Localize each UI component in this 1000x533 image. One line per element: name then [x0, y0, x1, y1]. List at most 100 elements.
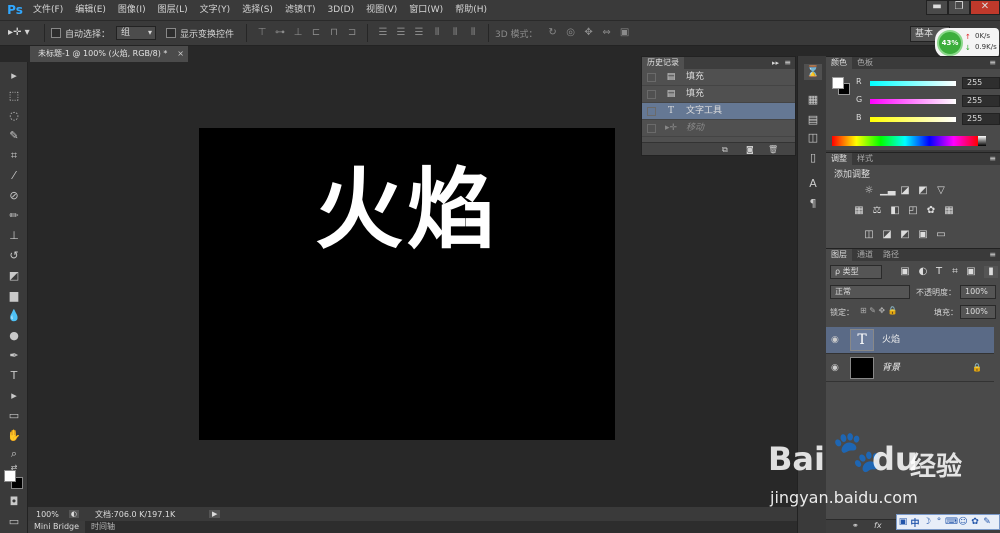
rectangle-tool-icon[interactable]: ▭ [5, 408, 23, 424]
3d-slide-icon[interactable]: ⇔ [600, 27, 614, 39]
blue-value-input[interactable]: 255 [962, 113, 1000, 125]
3d-roll-icon[interactable]: ◎ [564, 27, 578, 39]
history-brush-tool-icon[interactable]: ↺ [5, 248, 23, 264]
actions-dock-icon[interactable]: ▯ [804, 150, 822, 166]
brush-tool-icon[interactable]: ✏ [5, 208, 23, 224]
auto-select-checkbox[interactable] [51, 28, 61, 38]
blend-mode-dropdown[interactable]: 正常 [830, 285, 910, 299]
path-selection-tool-icon[interactable]: ▸ [5, 388, 23, 404]
document-canvas[interactable]: 火焰 [199, 128, 615, 440]
status-menu-arrow-icon[interactable]: ▶ [208, 510, 221, 518]
brush-dock-icon[interactable]: ▦ [804, 92, 822, 108]
filter-smart-object-icon[interactable]: ▣ [964, 266, 978, 278]
black-white-ramp[interactable] [978, 136, 986, 146]
menu-edit[interactable]: 编辑(E) [69, 0, 112, 20]
filter-pixel-icon[interactable]: ▣ [898, 266, 912, 278]
tab-color[interactable]: 颜色 [826, 57, 852, 69]
align-hcenter-icon[interactable]: ⊓ [327, 27, 341, 39]
gradient-tool-icon[interactable]: ▆ [5, 288, 23, 304]
black-white-icon[interactable]: ◧ [888, 205, 902, 217]
history-item[interactable]: ▤ 填充 [642, 69, 795, 86]
distribute-top-icon[interactable]: ☰ [376, 27, 390, 39]
history-snapshot-checkbox[interactable] [647, 107, 656, 116]
posterize-icon[interactable]: ◪ [880, 229, 894, 241]
history-item-dimmed[interactable]: ▸✛ 移动 [642, 120, 795, 137]
document-tab[interactable]: 未标题-1 @ 100% (火焰, RGB/8) * × [30, 46, 188, 62]
history-item[interactable]: ▤ 填充 [642, 86, 795, 103]
new-document-from-state-icon[interactable]: ⧉ [722, 143, 728, 156]
dodge-tool-icon[interactable]: ● [5, 328, 23, 344]
tab-adjustments[interactable]: 调整 [826, 153, 852, 165]
distribute-right-icon[interactable]: ⦀ [466, 27, 480, 39]
invert-icon[interactable]: ◫ [862, 229, 876, 241]
align-top-icon[interactable]: ⊤ [255, 27, 269, 39]
distribute-left-icon[interactable]: ⦀ [430, 27, 444, 39]
color-balance-icon[interactable]: ⚖ [870, 205, 884, 217]
vibrance-icon[interactable]: ▽ [934, 185, 948, 197]
color-spectrum-ramp[interactable] [832, 136, 978, 146]
levels-icon[interactable]: ▁▃ [880, 185, 895, 197]
photo-filter-icon[interactable]: ◰ [906, 205, 920, 217]
status-info-icon[interactable]: ◐ [68, 510, 79, 518]
red-value-input[interactable]: 255 [962, 77, 1000, 89]
eyedropper-tool-icon[interactable]: ⁄ [5, 168, 23, 184]
eraser-tool-icon[interactable]: ◩ [5, 268, 23, 284]
exposure-icon[interactable]: ◩ [916, 185, 930, 197]
brightness-icon[interactable]: ☼ [862, 185, 876, 197]
align-left-icon[interactable]: ⊏ [309, 27, 323, 39]
panel-menu-icon[interactable]: ≡ [784, 57, 791, 69]
clone-stamp-tool-icon[interactable]: ⊥ [5, 228, 23, 244]
green-value-input[interactable]: 255 [962, 95, 1000, 107]
visibility-eye-icon[interactable]: ◉ [831, 363, 841, 373]
fill-input[interactable]: 100% [960, 305, 996, 319]
curves-icon[interactable]: ◪ [898, 185, 912, 197]
crop-tool-icon[interactable]: ⌗ [5, 148, 23, 164]
zoom-level[interactable]: 100% [36, 510, 59, 519]
history-item-selected[interactable]: T 文字工具 [642, 103, 795, 120]
show-transform-checkbox[interactable] [166, 28, 177, 38]
red-slider[interactable] [870, 81, 956, 86]
tab-swatches[interactable]: 色板 [852, 57, 878, 69]
filter-shape-icon[interactable]: ⌗ [948, 266, 962, 278]
paragraph-dock-icon[interactable]: ¶ [804, 196, 822, 212]
menu-file[interactable]: 文件(F) [27, 0, 69, 20]
minimize-button[interactable]: ▬ [926, 0, 948, 15]
menu-help[interactable]: 帮助(H) [449, 0, 493, 20]
move-tool-icon[interactable]: ▸ [5, 68, 23, 84]
ime-skin-icon[interactable]: ✿ [969, 517, 981, 527]
3d-scale-icon[interactable]: ▣ [618, 27, 632, 39]
tab-styles[interactable]: 样式 [852, 153, 878, 165]
blue-slider[interactable] [870, 117, 956, 122]
menu-type[interactable]: 文字(Y) [194, 0, 237, 20]
link-layers-icon[interactable]: ⚭ [852, 521, 859, 530]
lasso-tool-icon[interactable]: ◌ [5, 108, 23, 124]
menu-view[interactable]: 视图(V) [360, 0, 403, 20]
blur-tool-icon[interactable]: 💧 [5, 308, 23, 324]
filter-adjustment-icon[interactable]: ◐ [916, 266, 930, 278]
history-snapshot-checkbox[interactable] [647, 73, 656, 82]
type-tool-icon[interactable]: T [5, 368, 23, 384]
tab-mini-bridge[interactable]: Mini Bridge [28, 521, 86, 533]
ime-logo-icon[interactable]: ▣ [897, 517, 909, 527]
history-snapshot-checkbox[interactable] [647, 124, 656, 133]
distribute-hcenter-icon[interactable]: ⦀ [448, 27, 462, 39]
history-dock-icon[interactable]: ⌛ [804, 64, 822, 80]
tab-channels[interactable]: 通道 [852, 249, 878, 261]
pen-tool-icon[interactable]: ✒ [5, 348, 23, 364]
delete-icon[interactable]: 🗑 [768, 143, 778, 156]
quick-mask-icon[interactable]: ◘ [5, 494, 23, 510]
ime-moon-icon[interactable]: ☽ [921, 517, 933, 527]
marquee-tool-icon[interactable]: ⬚ [5, 88, 23, 104]
threshold-icon[interactable]: ◩ [898, 229, 912, 241]
healing-brush-tool-icon[interactable]: ⊘ [5, 188, 23, 204]
align-right-icon[interactable]: ⊐ [345, 27, 359, 39]
align-bottom-icon[interactable]: ⊥ [291, 27, 305, 39]
panel-menu-icon[interactable]: ≡ [989, 57, 996, 69]
brush-presets-dock-icon[interactable]: ▤ [804, 112, 822, 128]
ime-punct-icon[interactable]: ° [933, 517, 945, 527]
foreground-color-swatch[interactable] [832, 77, 844, 89]
tab-paths[interactable]: 路径 [878, 249, 904, 261]
quick-select-tool-icon[interactable]: ✎ [5, 128, 23, 144]
lock-icons[interactable]: ⊞ ✎ ✥ 🔒 [860, 306, 898, 315]
ime-user-icon[interactable]: ☺ [957, 517, 969, 527]
